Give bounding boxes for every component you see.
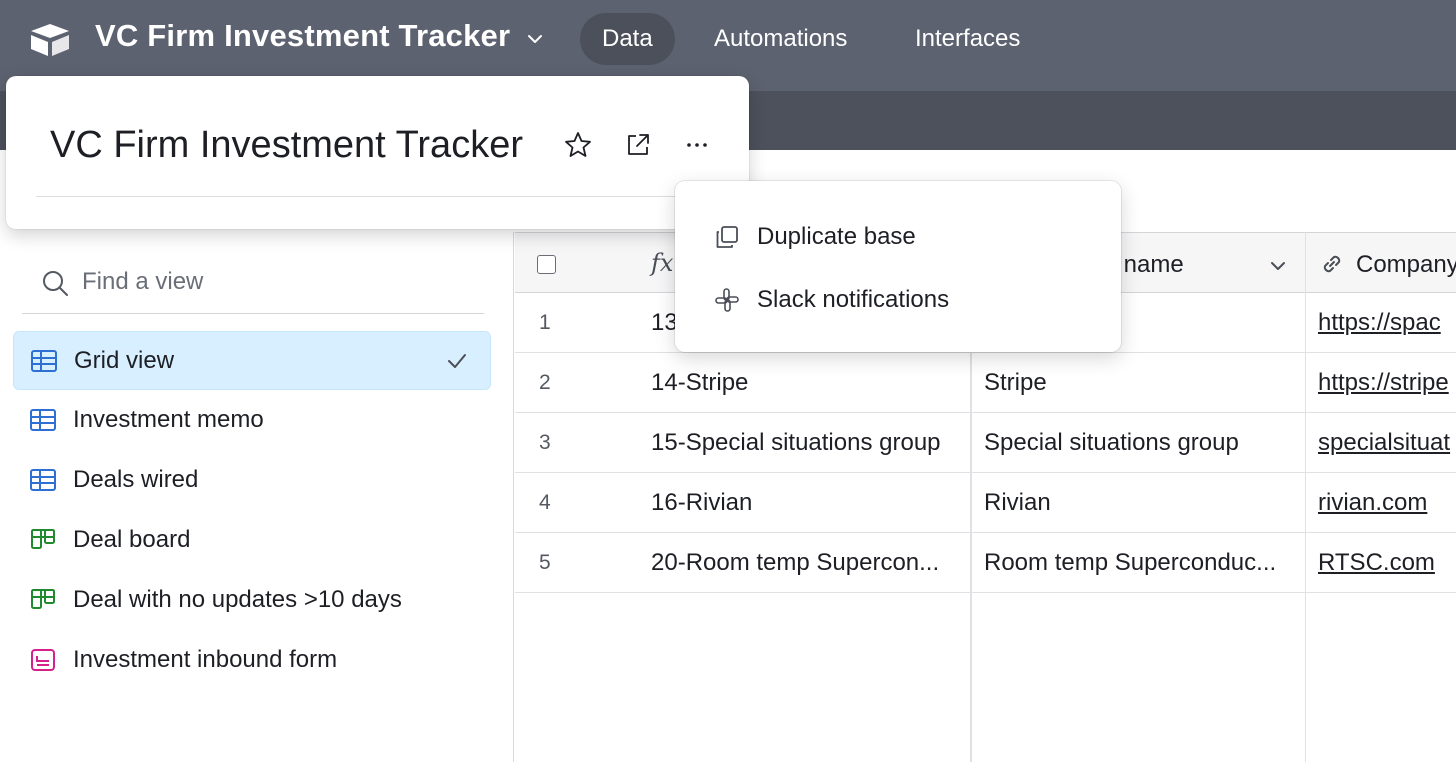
base-more-menu: Duplicate base Slack notifications [675, 181, 1121, 352]
view-label: Deals wired [73, 466, 199, 493]
url-cell[interactable]: RTSC.com [1318, 549, 1435, 577]
table-row[interactable]: 3 15-Special situations group Special si… [515, 413, 1456, 473]
tab-automations[interactable]: Automations [692, 13, 869, 65]
view-label: Investment memo [73, 406, 264, 433]
view-deal-board[interactable]: Deal board [13, 511, 491, 570]
open-external-icon[interactable] [623, 130, 653, 160]
more-icon[interactable] [682, 130, 712, 160]
menu-item-slack-notifications[interactable]: Slack notifications [695, 274, 1101, 324]
url-cell[interactable]: rivian.com [1318, 489, 1427, 517]
name-cell[interactable]: Stripe [984, 369, 1047, 397]
base-popover: VC Firm Investment Tracker [6, 76, 749, 229]
view-label: Investment inbound form [73, 646, 338, 673]
formula-icon: fx [651, 249, 674, 277]
tab-data[interactable]: Data [580, 13, 675, 65]
view-label: Grid view [74, 347, 175, 374]
link-icon [1323, 255, 1341, 273]
tab-interfaces[interactable]: Interfaces [893, 13, 1042, 65]
primary-cell[interactable]: 13 [651, 309, 678, 337]
url-cell[interactable]: https://spac [1318, 309, 1441, 337]
table-row[interactable]: 5 20-Room temp Supercon... Room temp Sup… [515, 533, 1456, 593]
select-all-checkbox[interactable] [537, 255, 556, 274]
column-divider [1305, 232, 1306, 762]
url-cell[interactable]: specialsituat [1318, 429, 1450, 457]
table-row[interactable]: 2 14-Stripe Stripe https://stripe [515, 353, 1456, 413]
search-icon [43, 271, 68, 296]
base-title[interactable]: VC Firm Investment Tracker [95, 18, 510, 54]
primary-cell[interactable]: 20-Room temp Supercon... [651, 549, 939, 577]
kanban-icon [31, 589, 55, 609]
find-view-search [22, 250, 484, 314]
duplicate-icon [716, 226, 738, 248]
row-number: 1 [539, 311, 551, 334]
primary-cell[interactable]: 14-Stripe [651, 369, 748, 397]
star-icon[interactable] [563, 130, 593, 160]
slack-icon [715, 288, 739, 312]
grid-icon [30, 469, 56, 491]
row-number: 3 [539, 431, 551, 454]
find-view-input[interactable] [82, 264, 472, 300]
menu-item-duplicate-base[interactable]: Duplicate base [695, 211, 1101, 261]
grid-icon [30, 409, 56, 431]
table-row[interactable]: 4 16-Rivian Rivian rivian.com [515, 473, 1456, 533]
grid-icon [31, 350, 57, 372]
form-icon [31, 649, 55, 671]
chevron-down-icon[interactable] [524, 28, 546, 50]
base-logo-icon[interactable] [28, 22, 72, 58]
row-number: 2 [539, 371, 551, 394]
menu-item-label: Slack notifications [757, 286, 950, 313]
name-cell[interactable]: Special situations group [984, 429, 1239, 457]
column-header-company[interactable]: Company [1356, 251, 1456, 279]
view-investment-memo[interactable]: Investment memo [13, 391, 491, 450]
row-number: 5 [539, 551, 551, 574]
primary-cell[interactable]: 15-Special situations group [651, 429, 941, 457]
url-cell[interactable]: https://stripe [1318, 369, 1449, 397]
row-number: 4 [539, 491, 551, 514]
menu-item-label: Duplicate base [757, 223, 916, 250]
view-label: Deal with no updates >10 days [73, 586, 402, 613]
primary-cell[interactable]: 16-Rivian [651, 489, 752, 517]
name-cell[interactable]: Room temp Superconduc... [984, 549, 1276, 577]
view-deal-no-updates[interactable]: Deal with no updates >10 days [13, 571, 491, 630]
view-deals-wired[interactable]: Deals wired [13, 451, 491, 510]
chevron-down-icon[interactable] [1267, 255, 1289, 277]
name-cell[interactable]: Rivian [984, 489, 1051, 517]
popover-divider [36, 196, 722, 197]
checkmark-icon [448, 354, 466, 368]
view-label: Deal board [73, 526, 191, 553]
view-grid-view[interactable]: Grid view [13, 331, 491, 390]
view-investment-inbound-form[interactable]: Investment inbound form [13, 631, 491, 690]
popover-base-title[interactable]: VC Firm Investment Tracker [50, 124, 523, 167]
kanban-icon [31, 529, 55, 549]
